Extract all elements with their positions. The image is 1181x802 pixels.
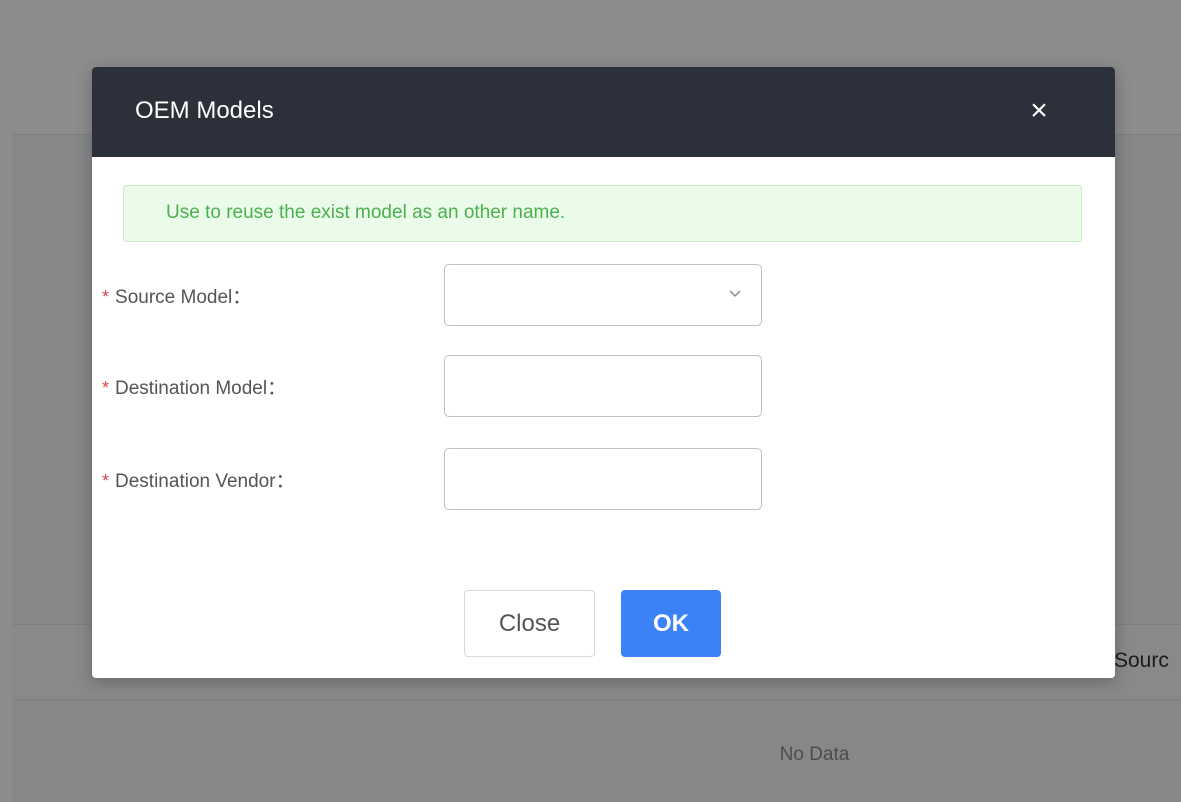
destination-vendor-input[interactable] <box>445 449 761 509</box>
ok-button[interactable]: OK <box>621 590 721 657</box>
page: Sourc No Data OEM Models × Use to reuse … <box>0 0 1181 802</box>
source-model-select[interactable] <box>444 264 762 326</box>
destination-model-label: * Destination Model： <box>102 373 286 400</box>
dialog-header: OEM Models × <box>92 67 1115 157</box>
destination-vendor-row: * Destination Vendor： <box>92 448 1115 510</box>
close-icon[interactable]: × <box>1025 95 1053 127</box>
source-model-label-text: Source Model： <box>115 287 252 308</box>
info-alert: Use to reuse the exist model as an other… <box>123 185 1082 242</box>
destination-model-field[interactable] <box>444 355 762 417</box>
destination-model-row: * Destination Model： <box>92 355 1115 417</box>
destination-vendor-field[interactable] <box>444 448 762 510</box>
alert-text: Use to reuse the exist model as an other… <box>166 202 566 223</box>
oem-models-dialog: OEM Models × Use to reuse the exist mode… <box>92 67 1115 678</box>
source-model-label: * Source Model： <box>102 282 251 309</box>
dialog-title: OEM Models <box>135 97 274 124</box>
destination-vendor-label: * Destination Vendor： <box>102 466 295 493</box>
required-mark: * <box>102 378 110 398</box>
destination-vendor-label-text: Destination Vendor： <box>115 471 295 492</box>
destination-model-input[interactable] <box>445 356 761 416</box>
required-mark: * <box>102 287 110 307</box>
source-model-row: * Source Model： <box>92 264 1115 326</box>
chevron-down-icon <box>729 290 741 298</box>
destination-model-label-text: Destination Model： <box>115 378 287 399</box>
required-mark: * <box>102 471 110 491</box>
close-button[interactable]: Close <box>464 590 595 657</box>
